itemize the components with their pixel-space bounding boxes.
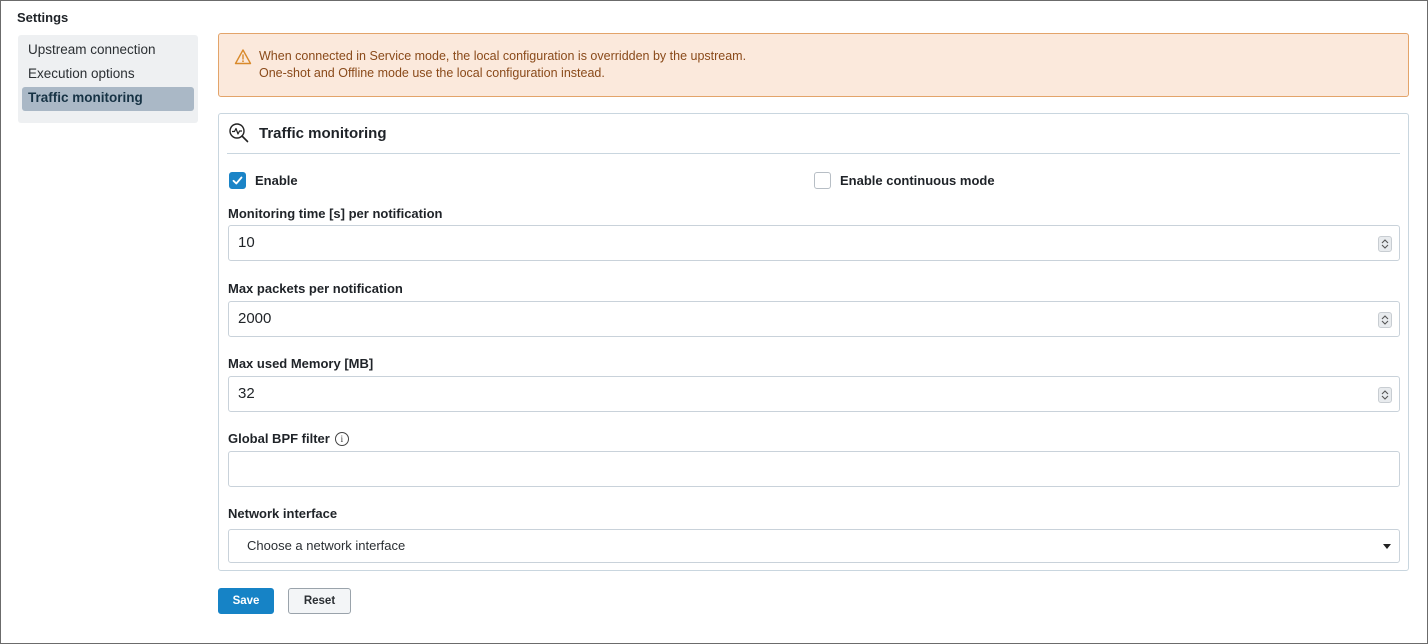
max-memory-value: 32 — [238, 385, 255, 402]
max-packets-input[interactable]: 2000 — [228, 301, 1400, 337]
continuous-mode-checkbox[interactable] — [814, 171, 831, 189]
enable-label: Enable — [255, 172, 298, 188]
traffic-monitor-icon — [228, 122, 250, 144]
card-title: Traffic monitoring — [259, 125, 387, 142]
bpf-filter-input[interactable] — [228, 451, 1400, 487]
settings-window: Settings Upstream connection Execution o… — [0, 0, 1428, 644]
enable-row: Enable — [229, 171, 298, 189]
sidebar-item-traffic-monitoring[interactable]: Traffic monitoring — [22, 87, 194, 111]
monitoring-time-input[interactable]: 10 — [228, 225, 1400, 261]
max-packets-value: 2000 — [238, 310, 272, 327]
warning-triangle-icon — [234, 48, 252, 66]
network-interface-select[interactable]: Choose a network interface — [228, 529, 1400, 563]
max-memory-label: Max used Memory [MB] — [228, 356, 374, 371]
card-header: Traffic monitoring — [227, 114, 1400, 154]
max-packets-label: Max packets per notification — [228, 281, 403, 296]
continuous-mode-label: Enable continuous mode — [840, 172, 995, 188]
network-interface-placeholder: Choose a network interface — [247, 538, 406, 553]
reset-button[interactable]: Reset — [288, 588, 351, 614]
alert-line-2: One-shot and Offline mode use the local … — [259, 66, 605, 80]
traffic-monitoring-card: Traffic monitoring Enable Enable continu… — [218, 113, 1409, 571]
chevron-down-icon — [1383, 544, 1391, 549]
alert-line-1: When connected in Service mode, the loca… — [259, 49, 747, 63]
max-packets-stepper[interactable] — [1378, 312, 1392, 328]
save-button[interactable]: Save — [218, 588, 274, 614]
bpf-filter-label: Global BPF filter — [228, 431, 330, 446]
monitoring-time-value: 10 — [238, 234, 255, 251]
enable-checkbox[interactable] — [229, 171, 246, 189]
sidebar-item-execution-options[interactable]: Execution options — [22, 63, 194, 87]
sidebar-item-upstream-connection[interactable]: Upstream connection — [22, 39, 194, 63]
continuous-mode-row: Enable continuous mode — [814, 171, 995, 189]
monitoring-time-stepper[interactable] — [1378, 236, 1392, 252]
page-title: Settings — [17, 10, 69, 25]
settings-sidebar: Upstream connection Execution options Tr… — [18, 35, 198, 123]
alert-message: When connected in Service mode, the loca… — [259, 48, 746, 82]
info-icon[interactable]: i — [334, 431, 349, 446]
network-interface-label: Network interface — [228, 506, 338, 521]
service-mode-alert: When connected in Service mode, the loca… — [218, 33, 1409, 97]
max-memory-stepper[interactable] — [1378, 387, 1392, 403]
bpf-filter-label-row: Global BPF filter i — [228, 431, 349, 446]
monitoring-time-label: Monitoring time [s] per notification — [228, 206, 443, 221]
max-memory-input[interactable]: 32 — [228, 376, 1400, 412]
